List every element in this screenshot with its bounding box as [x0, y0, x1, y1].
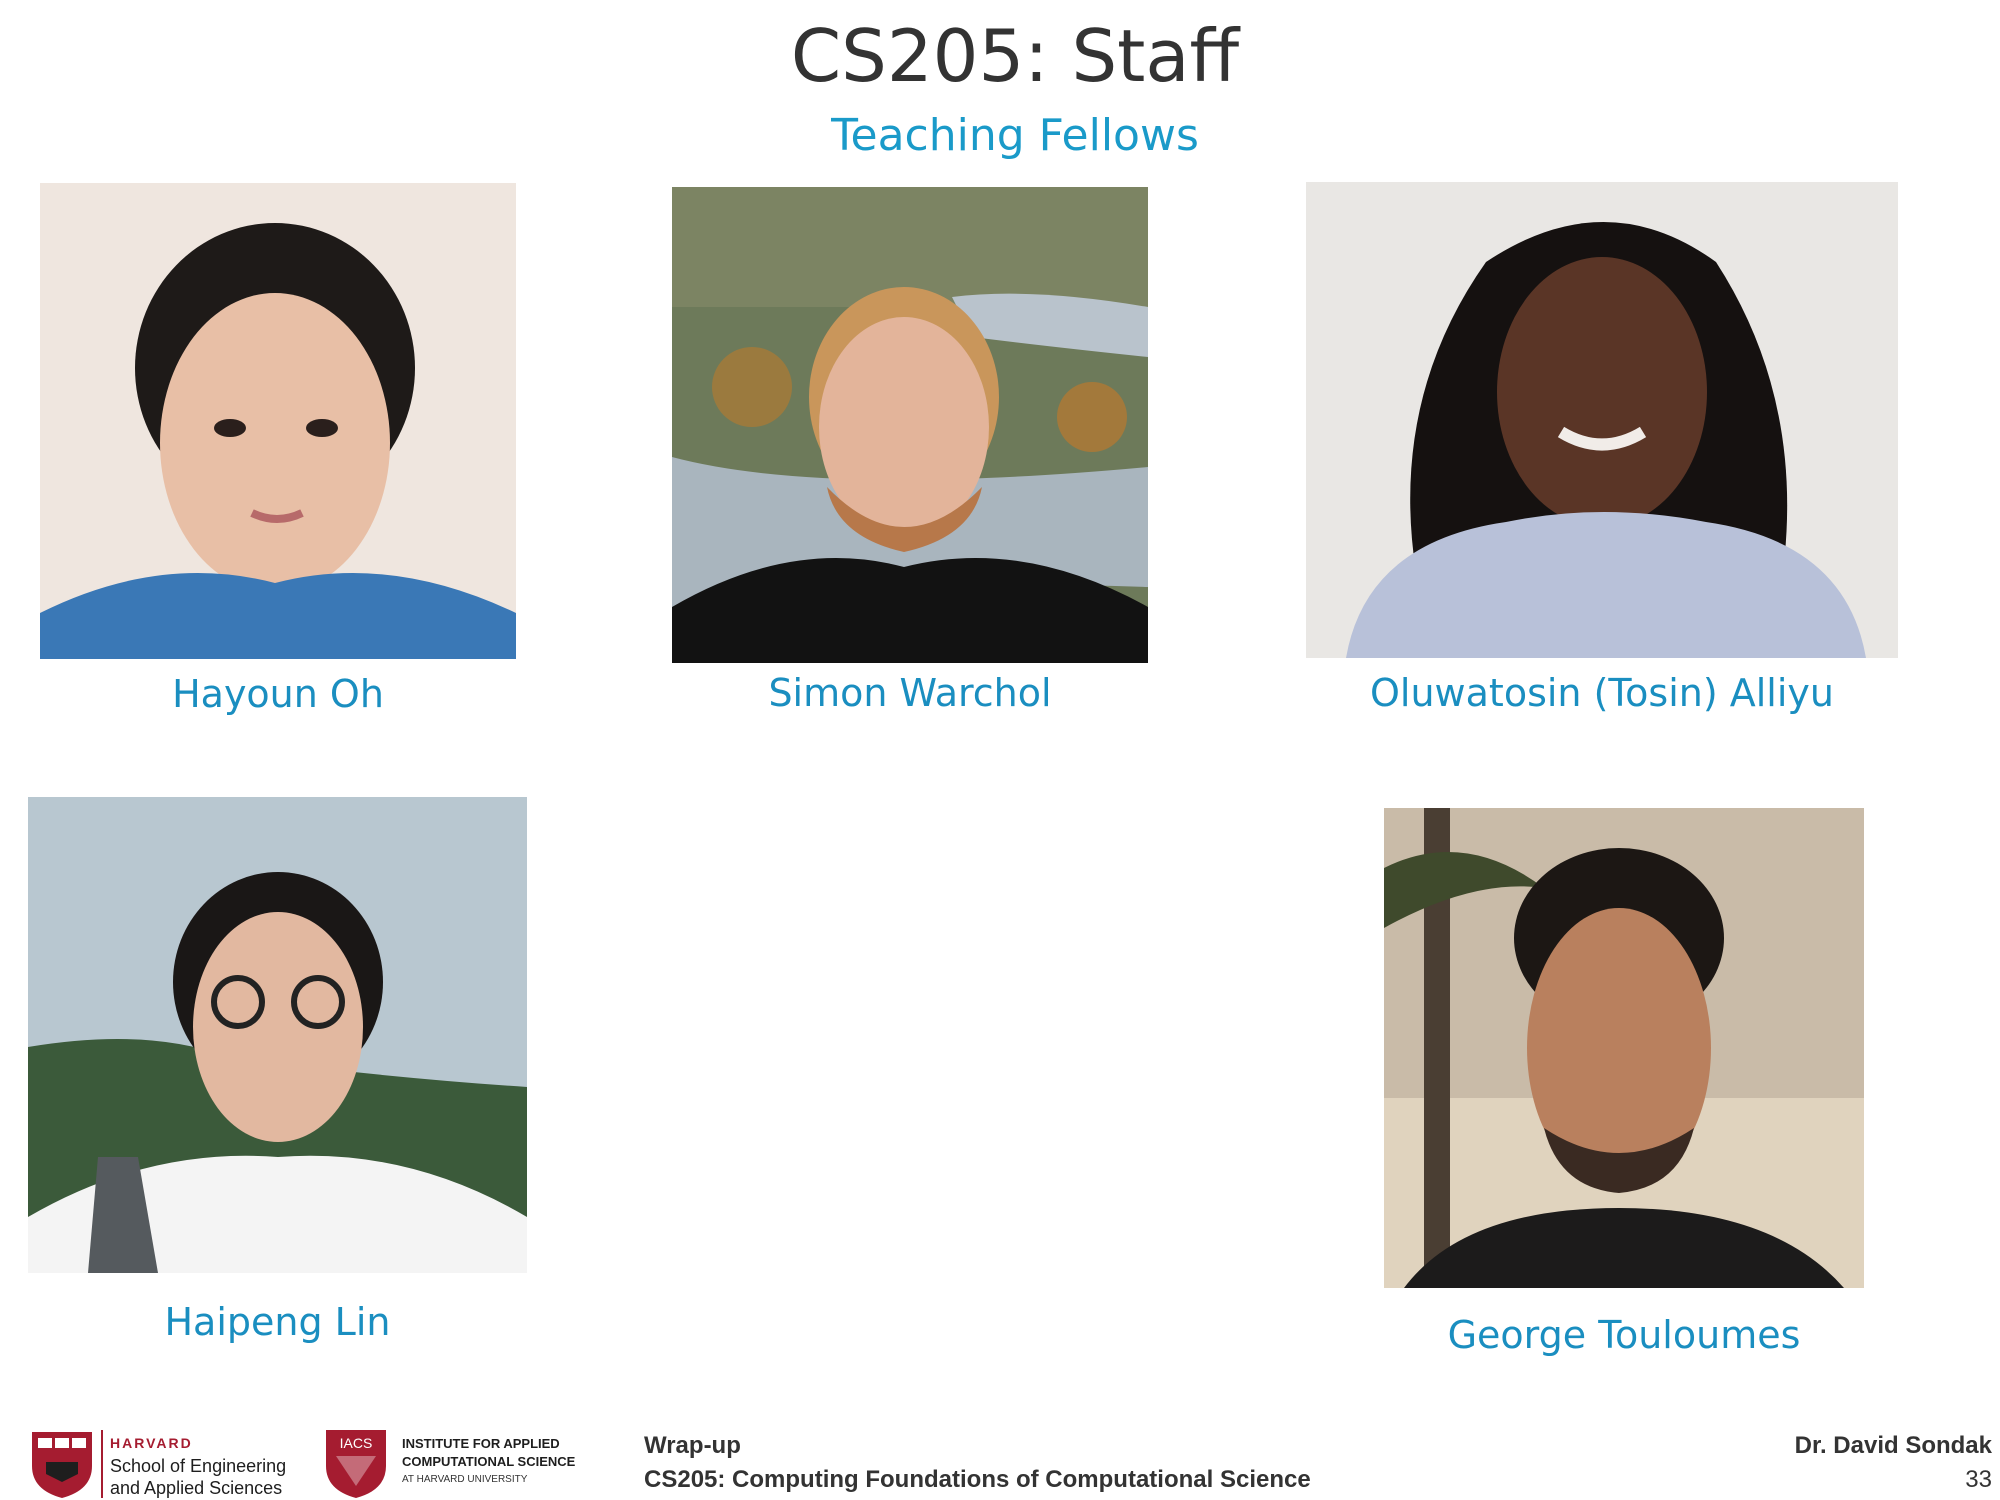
photo-hayoun-oh	[40, 183, 516, 659]
photo-simon-warchol	[672, 187, 1148, 663]
name-simon-warchol: Simon Warchol	[768, 671, 1052, 715]
iacs-line2: COMPUTATIONAL SCIENCE	[402, 1454, 576, 1469]
iacs-line1: INSTITUTE FOR APPLIED	[402, 1436, 560, 1451]
iacs-logo: IACS INSTITUTE FOR APPLIED COMPUTATIONAL…	[326, 1430, 576, 1498]
name-haipeng-lin: Haipeng Lin	[164, 1300, 391, 1344]
footer-course: CS205: Computing Foundations of Computat…	[644, 1466, 1311, 1493]
slide-subtitle: Teaching Fellows	[831, 110, 1199, 161]
name-tosin-alliyu: Oluwatosin (Tosin) Alliyu	[1370, 671, 1834, 715]
photo-tosin-alliyu	[1306, 182, 1898, 658]
name-hayoun-oh: Hayoun Oh	[172, 672, 384, 716]
photo-haipeng-lin	[28, 797, 527, 1273]
harvard-wordmark: HARVARD	[110, 1435, 193, 1451]
slide-footer: HARVARD School of Engineering and Applie…	[0, 1420, 2000, 1500]
footer-section: Wrap-up	[644, 1432, 741, 1459]
slide-title: CS205: Staff	[790, 14, 1240, 98]
name-george-touloumes: George Touloumes	[1447, 1313, 1801, 1357]
photo-george-touloumes	[1384, 808, 1864, 1288]
iacs-line3: AT HARVARD UNIVERSITY	[402, 1474, 528, 1485]
harvard-seas-line2: and Applied Sciences	[110, 1478, 282, 1498]
page-number: 33	[1965, 1466, 1992, 1493]
footer-author: Dr. David Sondak	[1794, 1432, 1992, 1459]
harvard-seas-line1: School of Engineering	[110, 1456, 286, 1476]
iacs-badge-text: IACS	[340, 1435, 373, 1451]
harvard-seas-logo: HARVARD School of Engineering and Applie…	[32, 1430, 286, 1498]
